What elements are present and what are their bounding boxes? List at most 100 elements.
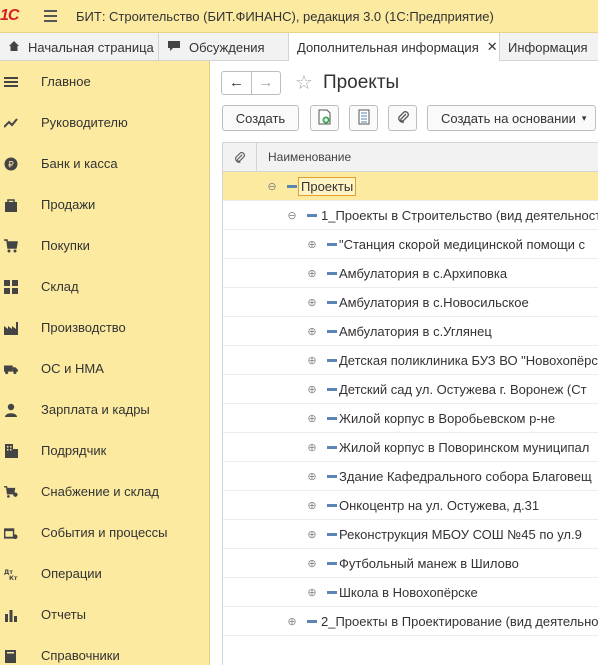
sidebar-item-supply[interactable]: Снабжение и склад	[0, 471, 209, 512]
table-row[interactable]: ⊕ Жилой корпус в Поворинском муниципал	[223, 433, 598, 462]
expand-icon[interactable]: ⊕	[307, 267, 317, 280]
collapse-icon[interactable]: ⊖	[287, 209, 297, 222]
sidebar-item-label: Производство	[41, 320, 126, 335]
group-marker-icon	[327, 358, 337, 362]
table-row[interactable]: ⊕ Детская поликлиника БУЗ ВО "Новохопёрс	[223, 346, 598, 375]
calendar-gear-icon	[4, 526, 18, 540]
table-row[interactable]: ⊕ Жилой корпус в Воробьевском р-не	[223, 404, 598, 433]
table-row[interactable]: ⊕ Онкоцентр на ул. Остужева, д.31	[223, 491, 598, 520]
sidebar-item-contractor[interactable]: Подрядчик	[0, 430, 209, 471]
expand-icon[interactable]: ⊕	[307, 238, 317, 251]
collapse-icon[interactable]: ⊖	[267, 180, 277, 193]
sidebar-item-label: ОС и НМА	[41, 361, 104, 376]
row-name: Школа в Новохопёрске	[339, 584, 478, 600]
expand-icon[interactable]: ⊕	[307, 470, 317, 483]
sidebar-item-label: Продажи	[41, 197, 96, 212]
sidebar-item-manager[interactable]: Руководителю	[0, 102, 209, 143]
table-row[interactable]: ⊕ "Станция скорой медицинской помощи с	[223, 230, 598, 259]
sidebar-item-salary[interactable]: Зарплата и кадры	[0, 389, 209, 430]
navigation-buttons: ← →	[221, 70, 281, 95]
bar-chart-icon	[4, 608, 18, 622]
list-view-button[interactable]	[349, 105, 378, 131]
sidebar-item-label: Зарплата и кадры	[41, 402, 150, 417]
expand-icon[interactable]: ⊕	[307, 557, 317, 570]
expand-icon[interactable]: ⊕	[307, 528, 317, 541]
sidebar-item-warehouse[interactable]: Склад	[0, 266, 209, 307]
expand-icon[interactable]: ⊕	[307, 441, 317, 454]
close-icon[interactable]: ✕	[487, 39, 498, 55]
sidebar-item-operations[interactable]: Дт Кт Операции	[0, 553, 209, 594]
expand-icon[interactable]: ⊕	[307, 586, 317, 599]
row-name: Детский сад ул. Остужева г. Воронеж (Ст	[339, 381, 587, 397]
tab-home[interactable]: Начальная страница	[0, 33, 159, 61]
group-marker-icon	[287, 184, 297, 188]
expand-icon[interactable]: ⊕	[307, 296, 317, 309]
row-name: Онкоцентр на ул. Остужева, д.31	[339, 497, 540, 513]
table-row[interactable]: ⊕ Амбулатория в с.Углянец	[223, 317, 598, 346]
expand-icon[interactable]: ⊕	[307, 383, 317, 396]
document-list-icon	[358, 109, 370, 128]
sidebar-item-bank[interactable]: ₽ Банк и касса	[0, 143, 209, 184]
table-body: ⊖ Проекты ⊖ 1_Проекты в Строительство (вид …	[223, 172, 598, 636]
table-row[interactable]: ⊕ Реконструкция МБОУ СОШ №45 по ул.9	[223, 520, 598, 549]
sidebar-item-catalogs[interactable]: Справочники	[0, 635, 209, 665]
create-based-on-button[interactable]: Создать на основании ▾	[427, 105, 597, 131]
sidebar-item-main[interactable]: Главное	[0, 61, 209, 102]
sidebar-item-production[interactable]: Производство	[0, 307, 209, 348]
sidebar-item-label: Банк и касса	[41, 156, 118, 171]
table-row[interactable]: ⊕ Здание Кафедрального собора Благовещ	[223, 462, 598, 491]
building-icon	[4, 443, 18, 458]
cart-icon	[4, 238, 18, 253]
main-menu-icon[interactable]	[38, 0, 62, 33]
row-name: Проекты	[298, 176, 357, 196]
warehouse-grid-icon	[4, 279, 18, 294]
tab-label: Дополнительная информация	[297, 39, 479, 55]
table-row[interactable]: ⊕ Футбольный манеж в Шилово	[223, 549, 598, 578]
table-row[interactable]: ⊕ Детский сад ул. Остужева г. Воронеж (Ст	[223, 375, 598, 404]
sidebar-item-sales[interactable]: Продажи	[0, 184, 209, 225]
expand-icon[interactable]: ⊕	[307, 325, 317, 338]
table-row[interactable]: ⊕ Амбулатория в с.Архиповка	[223, 259, 598, 288]
sidebar-item-purchases[interactable]: Покупки	[0, 225, 209, 266]
table-row[interactable]: ⊕ Школа в Новохопёрске	[223, 578, 598, 607]
shopping-bag-icon	[4, 198, 18, 212]
create-folder-button[interactable]	[310, 105, 339, 131]
row-name: "Станция скорой медицинской помощи с	[339, 236, 586, 252]
table-header: Наименование	[223, 142, 598, 172]
person-icon	[4, 403, 18, 417]
forward-button[interactable]: →	[251, 71, 280, 94]
table-row[interactable]: ⊕ Амбулатория в с.Новосильское	[223, 288, 598, 317]
expand-icon[interactable]: ⊕	[307, 354, 317, 367]
sidebar-item-fixed-assets[interactable]: ОС и НМА	[0, 348, 209, 389]
book-icon	[4, 649, 18, 663]
group-marker-icon	[327, 590, 337, 594]
paperclip-icon	[223, 142, 257, 172]
expand-icon[interactable]: ⊕	[307, 412, 317, 425]
expand-icon[interactable]: ⊕	[287, 615, 297, 628]
sidebar-item-events[interactable]: События и процессы	[0, 512, 209, 553]
page-title: Проекты	[322, 71, 400, 93]
tab-additional-info[interactable]: Дополнительная информация ✕	[289, 33, 500, 61]
sidebar-item-reports[interactable]: Отчеты	[0, 594, 209, 635]
home-icon	[8, 40, 20, 55]
open-tabs-bar: Начальная страница Обсуждения Дополнител…	[0, 33, 598, 61]
group-marker-icon	[327, 503, 337, 507]
expand-icon[interactable]: ⊕	[307, 499, 317, 512]
back-button[interactable]: ←	[222, 72, 251, 94]
title-bar: 1С БИТ: Строительство (БИТ.ФИНАНС), реда…	[0, 0, 598, 33]
sidebar-item-label: Главное	[41, 74, 91, 89]
table-row[interactable]: ⊖ Проекты	[223, 172, 598, 201]
column-header-name[interactable]: Наименование	[268, 150, 351, 164]
sidebar-item-label: События и процессы	[41, 525, 168, 540]
row-name: 1_Проекты в Строительство (вид деятельно…	[321, 207, 598, 223]
table-row[interactable]: ⊕ 2_Проекты в Проектирование (вид деятель…	[223, 607, 598, 636]
group-marker-icon	[327, 242, 337, 246]
attachments-button[interactable]	[388, 105, 417, 131]
create-button[interactable]: Создать	[222, 105, 299, 131]
table-row[interactable]: ⊖ 1_Проекты в Строительство (вид деятельн…	[223, 201, 598, 230]
favorite-star-icon[interactable]: ☆	[295, 70, 313, 95]
tab-info[interactable]: Информация	[500, 33, 598, 61]
tab-discussions[interactable]: Обсуждения	[159, 33, 289, 61]
app-logo: 1С	[0, 7, 19, 24]
tab-label: Начальная страница	[28, 39, 154, 55]
